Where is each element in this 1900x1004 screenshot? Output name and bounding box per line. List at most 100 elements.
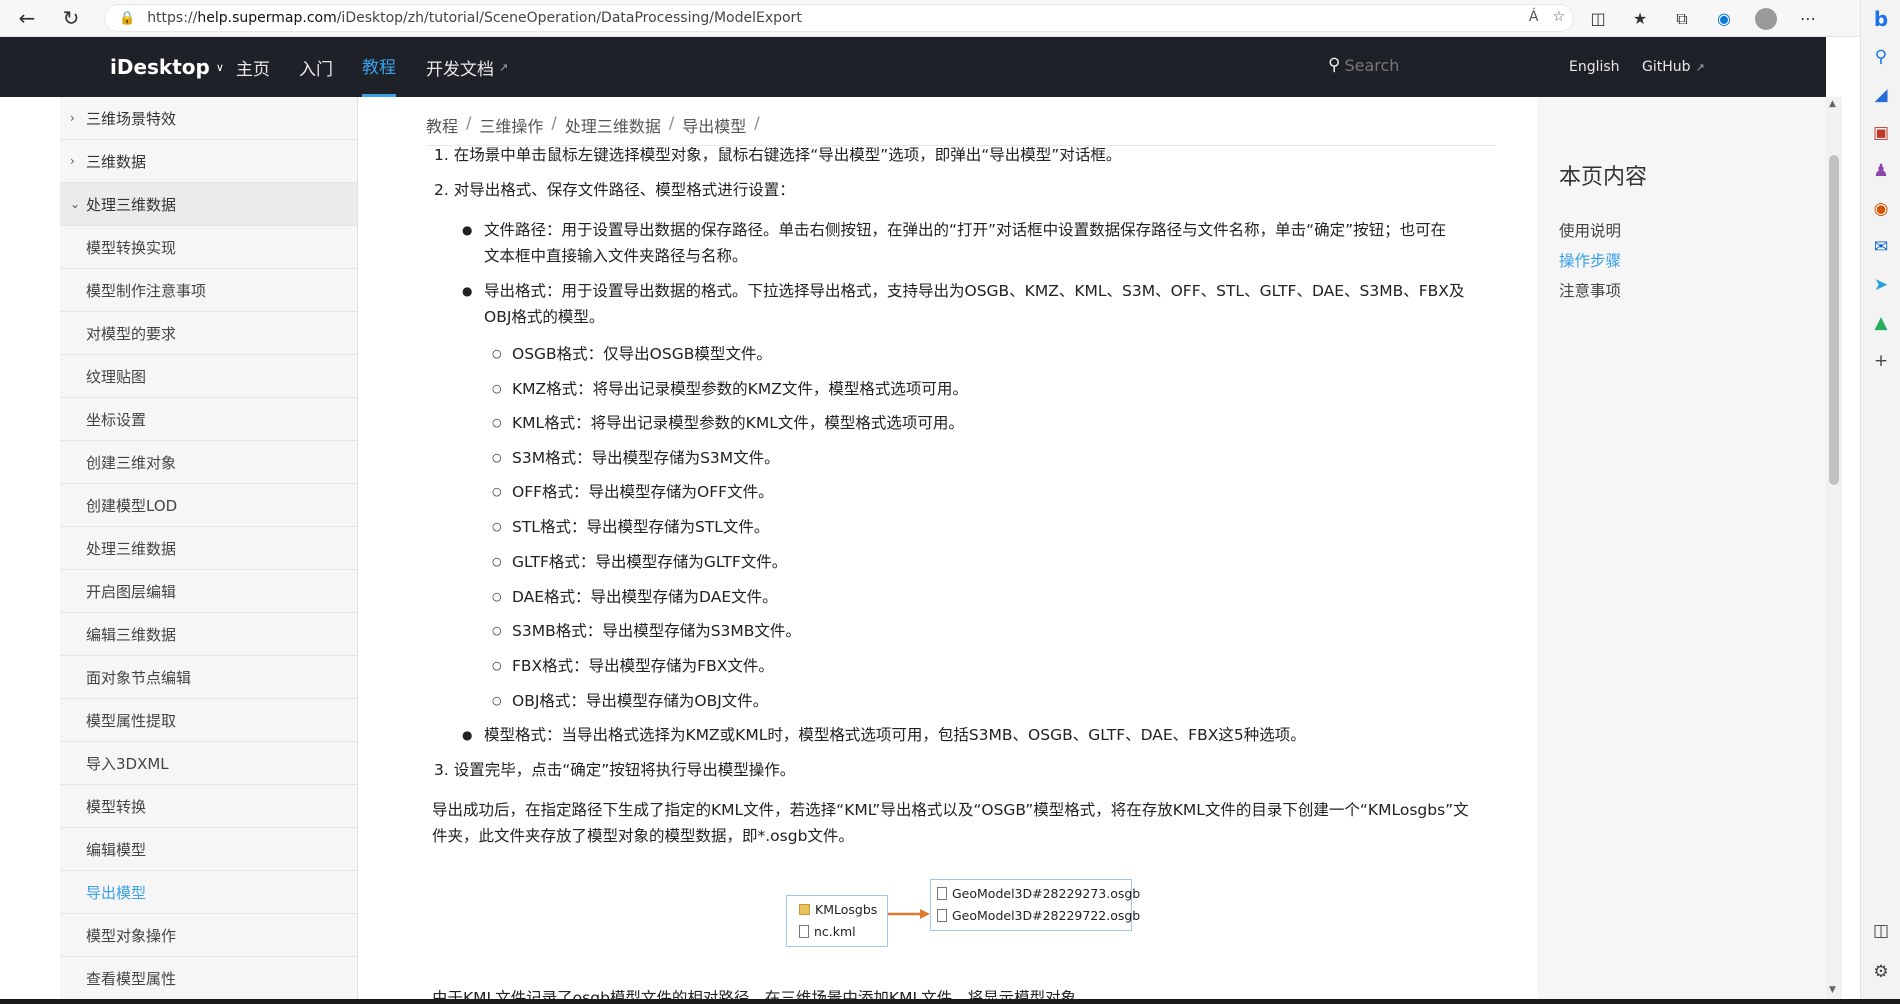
sidebar-item-label: 三维数据 xyxy=(86,152,147,171)
tools-icon[interactable]: ▣ xyxy=(1861,114,1900,152)
lock-icon[interactable]: 🔒 xyxy=(119,11,135,26)
sidebar-subitem[interactable]: 创建三维对象 xyxy=(60,441,357,484)
search-icon[interactable]: ⚲ xyxy=(1861,38,1900,76)
main-content: 教程 / 三维操作 / 处理三维数据 / 导出模型 / 1. 在场景中单击鼠标左键选择模… xyxy=(372,97,1537,999)
games-icon[interactable]: ♟ xyxy=(1861,152,1900,190)
sidebar-subitem[interactable]: 坐标设置 xyxy=(60,398,357,441)
add-icon[interactable]: + xyxy=(1861,342,1900,380)
toc-item-steps[interactable]: 操作步骤 xyxy=(1559,249,1621,271)
arrow-icon xyxy=(888,909,930,919)
nav-tutorial[interactable]: 教程 xyxy=(362,37,396,97)
split-screen-icon[interactable]: ◫ xyxy=(1580,1,1616,37)
breadcrumb: 教程 / 三维操作 / 处理三维数据 / 导出模型 / xyxy=(426,113,768,137)
sidebar-subitem[interactable]: 模型转换实现 xyxy=(60,226,357,269)
sidebar-subitem[interactable]: 模型对象操作 xyxy=(60,914,357,957)
format-item: ○ OFF格式：导出模型存储为OFF文件。 xyxy=(492,479,774,505)
sidebar-subitem[interactable]: 开启图层编辑 xyxy=(60,570,357,613)
bullet-text: 文本框中直接输入文件夹路径与名称。 xyxy=(484,247,748,265)
file-item: nc.kml xyxy=(799,924,856,939)
edge-sidebar: b ⚲ ◢ ▣ ♟ ◉ ✉ ➤ ▲ + ◫ ⚙ xyxy=(1860,0,1900,1004)
back-icon[interactable]: ← xyxy=(9,0,45,36)
sidebar-subitem[interactable]: 对模型的要求 xyxy=(60,312,357,355)
breadcrumb-link[interactable]: 处理三维数据 xyxy=(565,113,661,137)
folder-icon xyxy=(799,904,810,915)
file-item: GeoModel3D#28229722.osgb xyxy=(937,908,1140,923)
bullet-circle: ○ xyxy=(492,659,502,672)
brand-menu[interactable]: iDesktop ∨ xyxy=(110,37,224,97)
sidebar-toggle-icon[interactable]: ◫ xyxy=(1861,912,1900,950)
bullet-circle: ○ xyxy=(492,485,502,498)
chevron-right-icon: › xyxy=(70,154,75,168)
toc-item-notes[interactable]: 注意事项 xyxy=(1559,279,1621,301)
bullet-text: OBJ格式的模型。 xyxy=(484,308,605,326)
search-input[interactable] xyxy=(1344,55,1485,75)
format-item: ○ DAE格式：导出模型存储为DAE文件。 xyxy=(492,584,778,610)
breadcrumb-separator: / xyxy=(668,113,675,132)
paragraph-line: 导出成功后，在指定路径下生成了指定的KML文件，若选择“KML”导出格式以及“O… xyxy=(432,801,1469,819)
sidebar-subitem[interactable]: 编辑三维数据 xyxy=(60,613,357,656)
office-icon[interactable]: ◉ xyxy=(1861,190,1900,228)
breadcrumb-link[interactable]: 教程 xyxy=(426,113,458,137)
scroll-thumb[interactable] xyxy=(1829,155,1839,485)
format-item: ○ KML格式：将导出记录模型参数的KML文件，模型格式选项可用。 xyxy=(492,410,964,436)
address-bar[interactable]: 🔒 https://help.supermap.com/iDesktop/zh/… xyxy=(104,4,1574,32)
nav-getting-started[interactable]: 入门 xyxy=(299,37,333,97)
file-icon xyxy=(937,909,947,922)
sidebar-subitem[interactable]: 纹理贴图 xyxy=(60,355,357,398)
bullet-circle: ○ xyxy=(492,590,502,603)
sidebar-item-label: 处理三维数据 xyxy=(86,195,177,214)
scroll-down-icon[interactable]: ▼ xyxy=(1829,985,1836,995)
sidebar-item-process-3d-data[interactable]: ⌄ 处理三维数据 xyxy=(60,183,357,226)
page-scrollbar[interactable]: ▲ ▼ xyxy=(1826,97,1842,999)
browser-toolbar: ← ↻ 🔒 https://help.supermap.com/iDesktop… xyxy=(0,0,1860,37)
site-header: iDesktop∨ 主页 入门 教程 开发文档↗ ⚲ English GitHu… xyxy=(0,37,1826,97)
github-link[interactable]: GitHub ↗ xyxy=(1642,37,1705,97)
sidebar-subitem-active[interactable]: 导出模型 xyxy=(60,871,357,914)
profile-avatar[interactable] xyxy=(1748,1,1784,37)
chevron-right-icon: › xyxy=(70,111,75,125)
sidebar-subitem[interactable]: 创建模型LOD xyxy=(60,484,357,527)
external-link-icon: ↗ xyxy=(499,60,509,74)
tree-icon[interactable]: ▲ xyxy=(1861,304,1900,342)
bullet-text: 模型格式：当导出格式选择为KMZ或KML时，模型格式选项可用，包括S3MB、OS… xyxy=(484,726,1306,744)
sidebar-subitem[interactable]: 处理三维数据 xyxy=(60,527,357,570)
bullet-circle: ○ xyxy=(492,624,502,637)
sidebar-item-scene-effects[interactable]: › 三维场景特效 xyxy=(60,97,357,140)
sidebar-subitem[interactable]: 查看模型属性 xyxy=(60,957,357,999)
language-english-link[interactable]: English xyxy=(1569,37,1620,97)
export-result-figure: KMLosgbs nc.kml GeoModel3D#28229273.osgb… xyxy=(786,877,1140,959)
sidebar-subitem[interactable]: 模型属性提取 xyxy=(60,699,357,742)
bing-copilot-icon[interactable]: b xyxy=(1861,0,1900,38)
sidebar-subitem[interactable]: 编辑模型 xyxy=(60,828,357,871)
toc-item-usage[interactable]: 使用说明 xyxy=(1559,219,1621,241)
bullet-circle: ○ xyxy=(492,416,502,429)
nav-home[interactable]: 主页 xyxy=(236,37,270,97)
refresh-icon[interactable]: ↻ xyxy=(53,0,89,36)
outlook-icon[interactable]: ✉ xyxy=(1861,228,1900,266)
breadcrumb-current: 导出模型 xyxy=(682,117,747,136)
bullet-model-format: ● 模型格式：当导出格式选择为KMZ或KML时，模型格式选项可用，包括S3MB、… xyxy=(462,722,1484,748)
sidebar-subitem[interactable]: 导入3DXML xyxy=(60,742,357,785)
paragraph-line: 件夹，此文件夹存放了模型对象的模型数据，即*.osgb文件。 xyxy=(432,827,854,845)
breadcrumb-link[interactable]: 三维操作 xyxy=(479,113,543,137)
sidebar-subitem[interactable]: 面对象节点编辑 xyxy=(60,656,357,699)
send-icon[interactable]: ➤ xyxy=(1861,266,1900,304)
bullet-text: 文件路径：用于设置导出数据的保存路径。单击右侧按钮，在弹出的“打开”对话框中设置… xyxy=(484,221,1447,239)
settings-icon[interactable]: ⚙ xyxy=(1861,953,1900,991)
sidebar-item-3d-data[interactable]: › 三维数据 xyxy=(60,140,357,183)
read-aloud-icon[interactable]: Á xyxy=(1529,9,1539,25)
bullet-circle: ○ xyxy=(492,555,502,568)
url-text: https://help.supermap.com/iDesktop/zh/tu… xyxy=(147,10,802,26)
scroll-up-icon[interactable]: ▲ xyxy=(1829,99,1836,109)
breadcrumb-separator: / xyxy=(754,113,760,132)
favorite-add-icon[interactable]: ☆ xyxy=(1552,9,1565,25)
sidebar-subitem[interactable]: 模型制作注意事项 xyxy=(60,269,357,312)
sidebar-subitem[interactable]: 模型转换 xyxy=(60,785,357,828)
browser-essentials-icon[interactable]: ◉ xyxy=(1706,1,1742,37)
favorites-icon[interactable]: ★ xyxy=(1622,1,1658,37)
nav-dev-docs[interactable]: 开发文档 ↗ xyxy=(426,37,508,97)
format-item: ○ S3MB格式：导出模型存储为S3MB文件。 xyxy=(492,618,801,644)
more-icon[interactable]: ⋯ xyxy=(1790,1,1826,37)
shopping-icon[interactable]: ◢ xyxy=(1861,76,1900,114)
collections-icon[interactable]: ⧉ xyxy=(1664,1,1700,37)
